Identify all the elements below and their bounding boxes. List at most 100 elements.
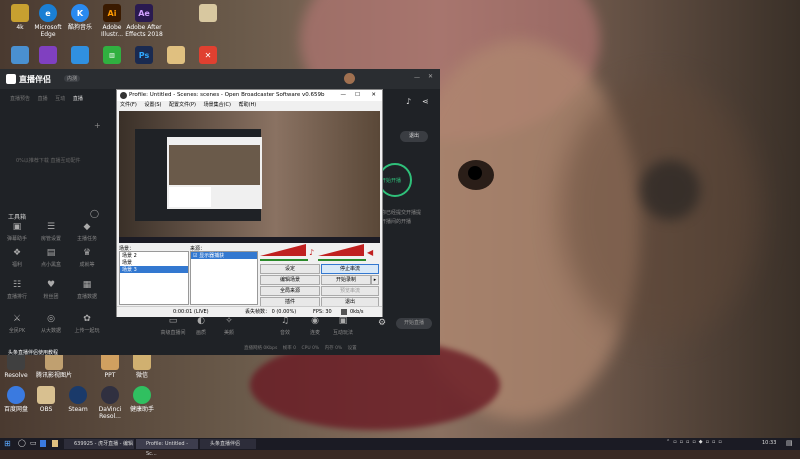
taskbar-item-active[interactable]: Profile: Untitled - Sc... — [136, 439, 198, 457]
desktop-icon[interactable]: ✕ — [188, 46, 228, 66]
settings-icon[interactable]: ⚙ — [378, 318, 386, 328]
menu-help[interactable]: 帮助(H) — [239, 102, 257, 108]
scenes-list: 场景 2 场景 场景 3 — [119, 251, 189, 305]
start-icon[interactable]: ⊞ — [4, 439, 11, 448]
close-icon[interactable]: ✕ — [428, 73, 433, 80]
global-sources-button[interactable]: 全局来源 — [260, 286, 320, 296]
minimize-icon[interactable]: — — [414, 74, 420, 81]
tool-item[interactable]: ▤ 点小黑盒 — [36, 247, 66, 268]
avatar[interactable] — [344, 73, 355, 84]
add-icon[interactable]: + — [94, 121, 101, 130]
tab[interactable]: 互动 — [55, 96, 65, 102]
taskview-icon[interactable]: ▭ — [30, 439, 37, 447]
tool-item[interactable]: ♥ 粉丝团 — [36, 279, 66, 300]
davinci-icon — [101, 386, 119, 404]
tool-item[interactable]: ☷ 直播排行 — [2, 279, 32, 300]
settings-circle-icon[interactable]: ◯ — [90, 209, 99, 218]
share-icon[interactable]: ⋖ — [422, 97, 429, 106]
bottom-tool[interactable]: ✧ 美颜 — [214, 315, 244, 336]
sources-list: ☑ 显示器捕获 — [190, 251, 258, 305]
app-logo-icon — [6, 74, 16, 84]
minimize-icon[interactable]: — — [341, 90, 347, 101]
tool-item[interactable]: ◎ 从大数据 — [36, 313, 66, 334]
volume-slider[interactable] — [260, 259, 308, 261]
bottom-tool[interactable]: ◐ 画质 — [186, 315, 216, 336]
edge-icon: e — [39, 4, 57, 22]
desktop-icon[interactable]: 腾讯影视图片 — [34, 352, 74, 379]
tab[interactable]: 直播预告 — [10, 96, 30, 102]
file-icon — [199, 4, 217, 22]
scene-item-selected[interactable]: 场景 3 — [120, 266, 188, 273]
recording-dropdown[interactable]: ▸ — [371, 275, 379, 285]
start-recording-button[interactable]: 开始录制 — [321, 275, 371, 285]
bitrate: 0kb/s — [350, 309, 364, 315]
mic-speaker-icon[interactable]: ◀ — [367, 248, 374, 257]
tool-item[interactable]: ◆ 主播任务 — [72, 221, 102, 242]
scene-item[interactable]: 场景 — [120, 259, 188, 266]
maximize-icon[interactable]: ☐ — [355, 90, 360, 101]
edit-scene-button[interactable]: 编辑场景 — [260, 275, 320, 285]
recursive-capture-lists — [169, 187, 211, 207]
taskbar-item[interactable]: 头条直播伴侣 — [200, 439, 256, 449]
dropped-frames: 丢失帧数： 0 (0.00%) — [245, 309, 297, 315]
tool-item[interactable]: ✿ 上传一起玩 — [72, 313, 102, 334]
search-icon[interactable]: ◯ — [18, 439, 26, 447]
desktop-icon[interactable] — [188, 4, 228, 24]
desktop-icon[interactable]: Resolve — [0, 352, 36, 379]
scene-item[interactable]: 场景 2 — [120, 252, 188, 259]
mic-slider[interactable] — [318, 259, 366, 261]
tool-item[interactable]: ⚔ 全民PK — [2, 313, 32, 334]
bottom-tool[interactable]: ▭ 高级直播间 — [158, 315, 188, 336]
obs-app-icon — [120, 92, 127, 99]
empty-hint: 0%以推荐下载 直播互动配件 — [16, 158, 81, 164]
desktop-icon-aftereffects[interactable]: Ae Adobe After Effects 2018 — [124, 4, 164, 38]
teams-icon — [39, 46, 57, 64]
xmind-icon: ✕ — [199, 46, 217, 64]
iqiyi-icon: ▥ — [103, 46, 121, 64]
taskbar-app-icon[interactable] — [40, 440, 46, 447]
desktop-volume-meter — [260, 244, 306, 256]
photoshop-icon: Ps — [135, 46, 153, 64]
menu-scene-collection[interactable]: 场景集合(C) — [204, 102, 231, 108]
exit-button[interactable]: 退出 — [400, 131, 428, 142]
bottom-tool[interactable]: ◉ 连麦 — [300, 315, 330, 336]
start-live-button[interactable]: 开始直播 — [396, 318, 432, 329]
steam-icon — [69, 386, 87, 404]
pk-icon: ⚔ — [12, 314, 22, 324]
tool-item[interactable]: ♛ 成就等 — [72, 247, 102, 268]
illustrator-icon: Ai — [103, 4, 121, 22]
notification-icon[interactable]: ▤ — [786, 439, 793, 447]
tool-item[interactable]: ▦ 直播数据 — [72, 279, 102, 300]
tab[interactable]: 直播 — [38, 96, 48, 102]
taskbar-app-icon[interactable] — [52, 440, 58, 447]
tray-icons[interactable]: ⌃▫▫▫▫◆▫▫▫ — [666, 439, 725, 445]
folder-icon — [11, 4, 29, 22]
stop-stream-button[interactable]: 停止串流 — [321, 264, 379, 274]
admin-icon: ☰ — [46, 222, 56, 232]
bitrate-indicator — [341, 309, 347, 315]
desktop-speaker-icon[interactable]: ♪ — [309, 248, 314, 257]
desktop-icon[interactable]: 微信 — [122, 352, 162, 379]
menu-settings[interactable]: 设置(S) — [144, 102, 161, 108]
box-icon: ▤ — [46, 248, 56, 258]
preview-stream-button[interactable]: 预览串流 — [321, 286, 379, 296]
tool-item[interactable]: ☰ 房管设置 — [36, 221, 66, 242]
mic-volume-meter — [318, 244, 364, 256]
live-app-titlebar: 直播伴侣 内测 — ✕ — [0, 69, 440, 89]
tool-item[interactable]: ❖ 福利 — [2, 247, 32, 268]
menu-file[interactable]: 文件(F) — [120, 102, 137, 108]
bottom-tool[interactable]: ▣ 互动玩法 — [328, 315, 358, 336]
desktop-icon-health[interactable]: 健康助手 — [122, 386, 162, 413]
tool-item[interactable]: ▣ 弹幕助手 — [2, 221, 32, 242]
bottom-tool[interactable]: ♫ 音效 — [270, 315, 300, 336]
bigdata-icon: ◎ — [47, 314, 55, 324]
tab[interactable]: 直播 — [73, 96, 83, 102]
checkbox-icon[interactable]: ☑ — [193, 253, 197, 259]
bell-icon[interactable]: ♪ — [406, 97, 411, 106]
settings-button[interactable]: 设定 — [260, 264, 320, 274]
menu-profile[interactable]: 配置文件(P) — [169, 102, 196, 108]
close-icon[interactable]: ✕ — [371, 90, 376, 101]
computer-icon — [11, 46, 29, 64]
taskbar-item[interactable]: 639925 - 虎牙直播 - 编辑 — [64, 439, 134, 449]
source-item[interactable]: ☑ 显示器捕获 — [191, 252, 257, 259]
